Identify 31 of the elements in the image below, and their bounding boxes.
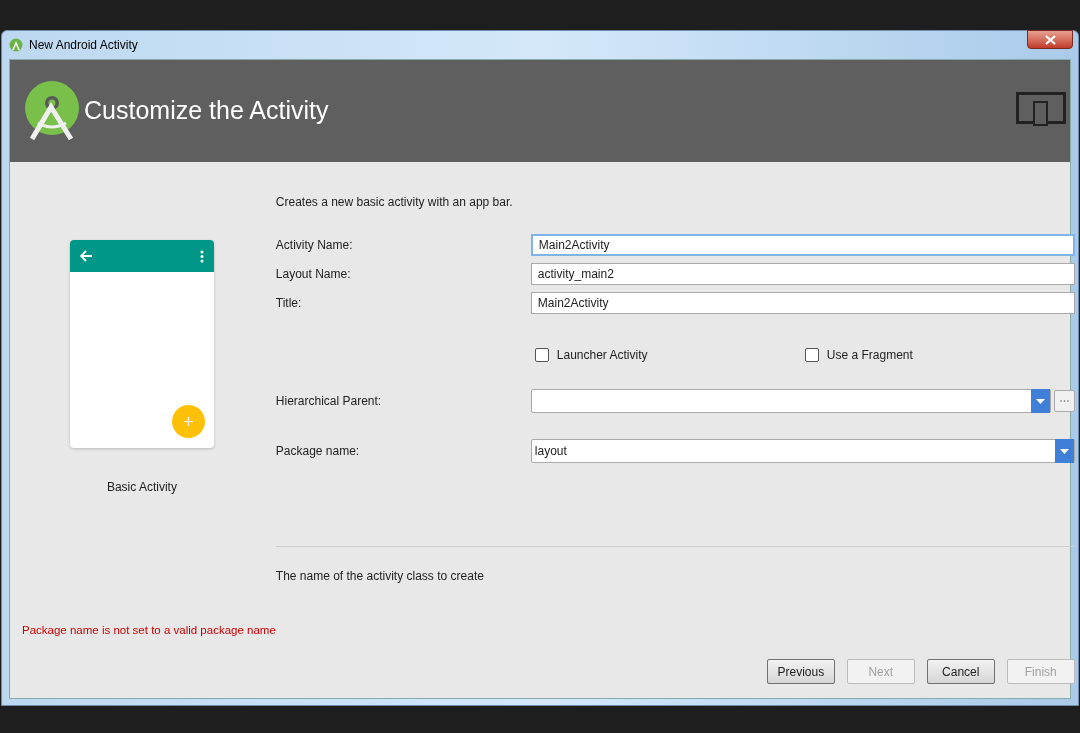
text-field[interactable]: Main2Activity	[530, 234, 1075, 256]
field-label: Package name:	[275, 443, 361, 460]
dropdown-value: layout	[533, 443, 568, 460]
back-arrow-icon	[79, 250, 93, 262]
field-label: Title:	[275, 295, 303, 312]
text-field[interactable]: activity_main2	[530, 263, 1075, 285]
field-label: Activity Name:	[275, 237, 354, 254]
close-button[interactable]	[1027, 30, 1073, 49]
checkbox[interactable]	[534, 348, 549, 362]
field-label: Layout Name:	[275, 266, 352, 283]
close-icon	[1044, 34, 1056, 45]
dialog-button[interactable]: Cancel	[926, 659, 995, 684]
description: Creates a new basic activity with an app bar.	[275, 194, 514, 211]
fab-icon	[171, 405, 205, 438]
error-message: Package name is not set to a valid package name	[22, 622, 276, 638]
checkbox-label: Launcher Activity	[556, 347, 648, 364]
checkbox-label: Use a Fragment	[826, 347, 913, 364]
page-title: Customize the Activity	[84, 95, 329, 127]
field-label: Hierarchical Parent:	[275, 393, 383, 410]
dialog-button[interactable]: Previous	[766, 659, 835, 684]
app-icon	[9, 38, 23, 52]
dropdown[interactable]: layout	[530, 439, 1075, 463]
text-field[interactable]: Main2Activity	[530, 292, 1075, 314]
window-title: New Android Activity	[29, 37, 138, 54]
more-icon	[199, 249, 204, 263]
checkbox[interactable]	[804, 348, 819, 362]
help-text: The name of the activity class to create	[275, 568, 485, 585]
android-studio-logo	[24, 81, 80, 141]
devices-icon	[1016, 92, 1066, 126]
dropdown[interactable]	[530, 389, 1051, 413]
template-label: Basic Activity	[106, 479, 177, 496]
